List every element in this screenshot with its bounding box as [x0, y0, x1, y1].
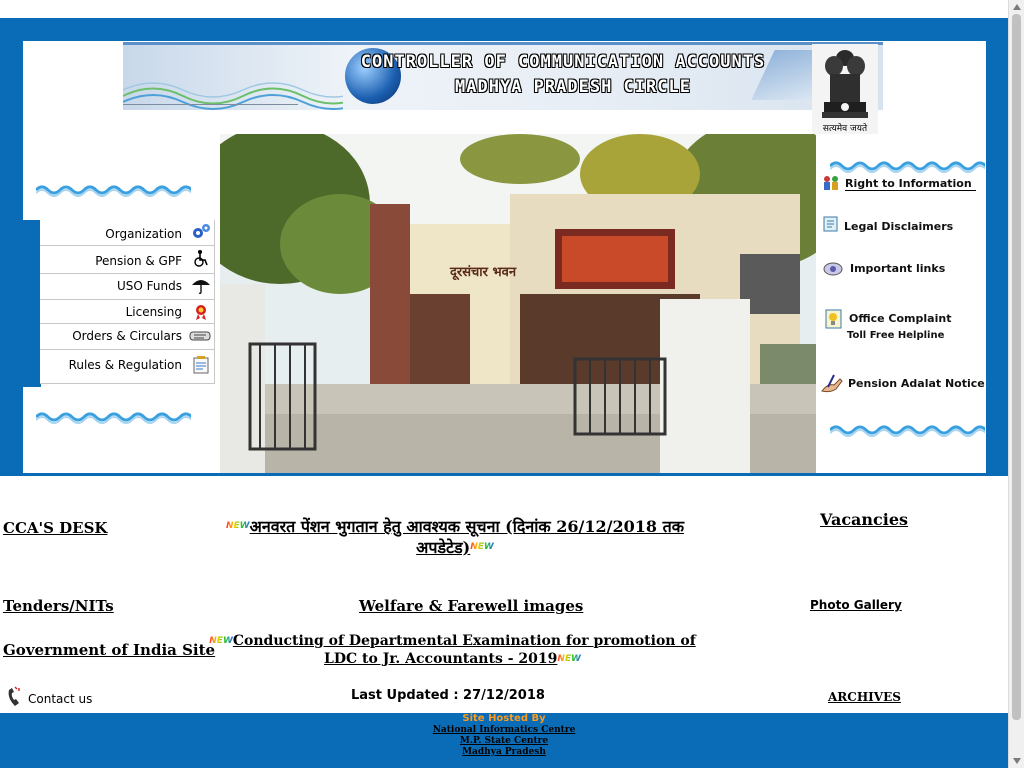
banner-underline	[123, 104, 298, 111]
footer-link-nic[interactable]: National Informatics Centre	[0, 725, 1008, 735]
people-icon	[824, 176, 838, 190]
link-important-links[interactable]: Important links	[850, 262, 945, 275]
site-banner: CONTROLLER OF COMMUNICATION ACCOUNTS MAD…	[123, 42, 883, 110]
pension-notice: NEWअनवरत पेंशन भुगतान हेतु आवश्यक सूचना …	[200, 516, 710, 558]
link-pension-adalat-notice[interactable]: Pension Adalat Notice	[848, 377, 985, 390]
scroll-up-arrow-icon[interactable]	[1013, 4, 1021, 10]
link-right-to-information[interactable]: Right to Information	[845, 177, 976, 191]
link-government-of-india-site[interactable]: Government of India Site	[3, 641, 215, 659]
link-tenders-nits[interactable]: Tenders/NITs	[3, 597, 114, 615]
banner-title-line2: MADHYA PRADESH CIRCLE	[455, 77, 691, 97]
link-ccas-desk[interactable]: CCA'S DESK	[3, 519, 107, 537]
new-badge: NEW	[470, 537, 494, 558]
link-vacancies[interactable]: Vacancies	[820, 510, 908, 529]
link-photo-gallery[interactable]: Photo Gallery	[810, 598, 902, 612]
link-contact-us[interactable]: Contact us	[28, 692, 92, 706]
footer: Site Hosted By National Informatics Cent…	[0, 713, 1008, 768]
link-exam-notice[interactable]: Conducting of Departmental Examination f…	[233, 633, 696, 667]
link-welfare-farewell-images[interactable]: Welfare & Farewell images	[359, 597, 583, 615]
right-wave-bottom	[830, 425, 985, 437]
banner-top-bar	[123, 42, 883, 45]
footer-link-madhya-pradesh[interactable]: Madhya Pradesh	[0, 747, 1008, 757]
left-menu-accent-bar	[23, 220, 41, 387]
photo-sign-text: दूरसंचार भवन	[449, 264, 517, 281]
scrollbar-thumb[interactable]	[1012, 14, 1021, 720]
new-badge: NEW	[209, 632, 233, 650]
hand-pen-icon	[821, 374, 843, 393]
last-updated: Last Updated : 27/12/2018	[351, 688, 545, 703]
vertical-scrollbar[interactable]	[1008, 0, 1024, 768]
emblem-motto: सत्यमेव जयते	[822, 124, 868, 134]
left-wave-top	[36, 185, 191, 197]
right-wave-top	[830, 161, 985, 173]
link-office-complaint[interactable]: Office Complaint	[849, 312, 951, 325]
new-badge: NEW	[226, 516, 250, 537]
footer-hosted-by: Site Hosted By	[462, 713, 546, 724]
telephone-icon	[8, 686, 20, 706]
link-legal-disclaimers[interactable]: Legal Disclaimers	[844, 220, 953, 233]
scroll-down-arrow-icon[interactable]	[1013, 758, 1021, 764]
left-menu-border	[40, 220, 215, 384]
left-wave-bottom	[36, 412, 191, 424]
footer-link-mp-state-centre[interactable]: M.P. State Centre	[0, 736, 1008, 746]
document-icon	[823, 216, 838, 232]
link-pension-notice-hindi[interactable]: अनवरत पेंशन भुगतान हेतु आवश्यक सूचना (दि…	[250, 517, 684, 557]
exam-notice: NEWConducting of Departmental Examinatio…	[205, 632, 700, 668]
building-photo: दूरसंचार भवन	[220, 134, 816, 473]
banner-title-line1: CONTROLLER OF COMMUNICATION ACCOUNTS	[360, 52, 766, 72]
link-archives[interactable]: ARCHIVES	[828, 690, 901, 704]
magnifier-icon	[823, 262, 843, 276]
office-complaint-subtitle: Toll Free Helpline	[847, 330, 945, 341]
notepad-icon	[825, 309, 842, 329]
new-badge: NEW	[557, 650, 581, 668]
